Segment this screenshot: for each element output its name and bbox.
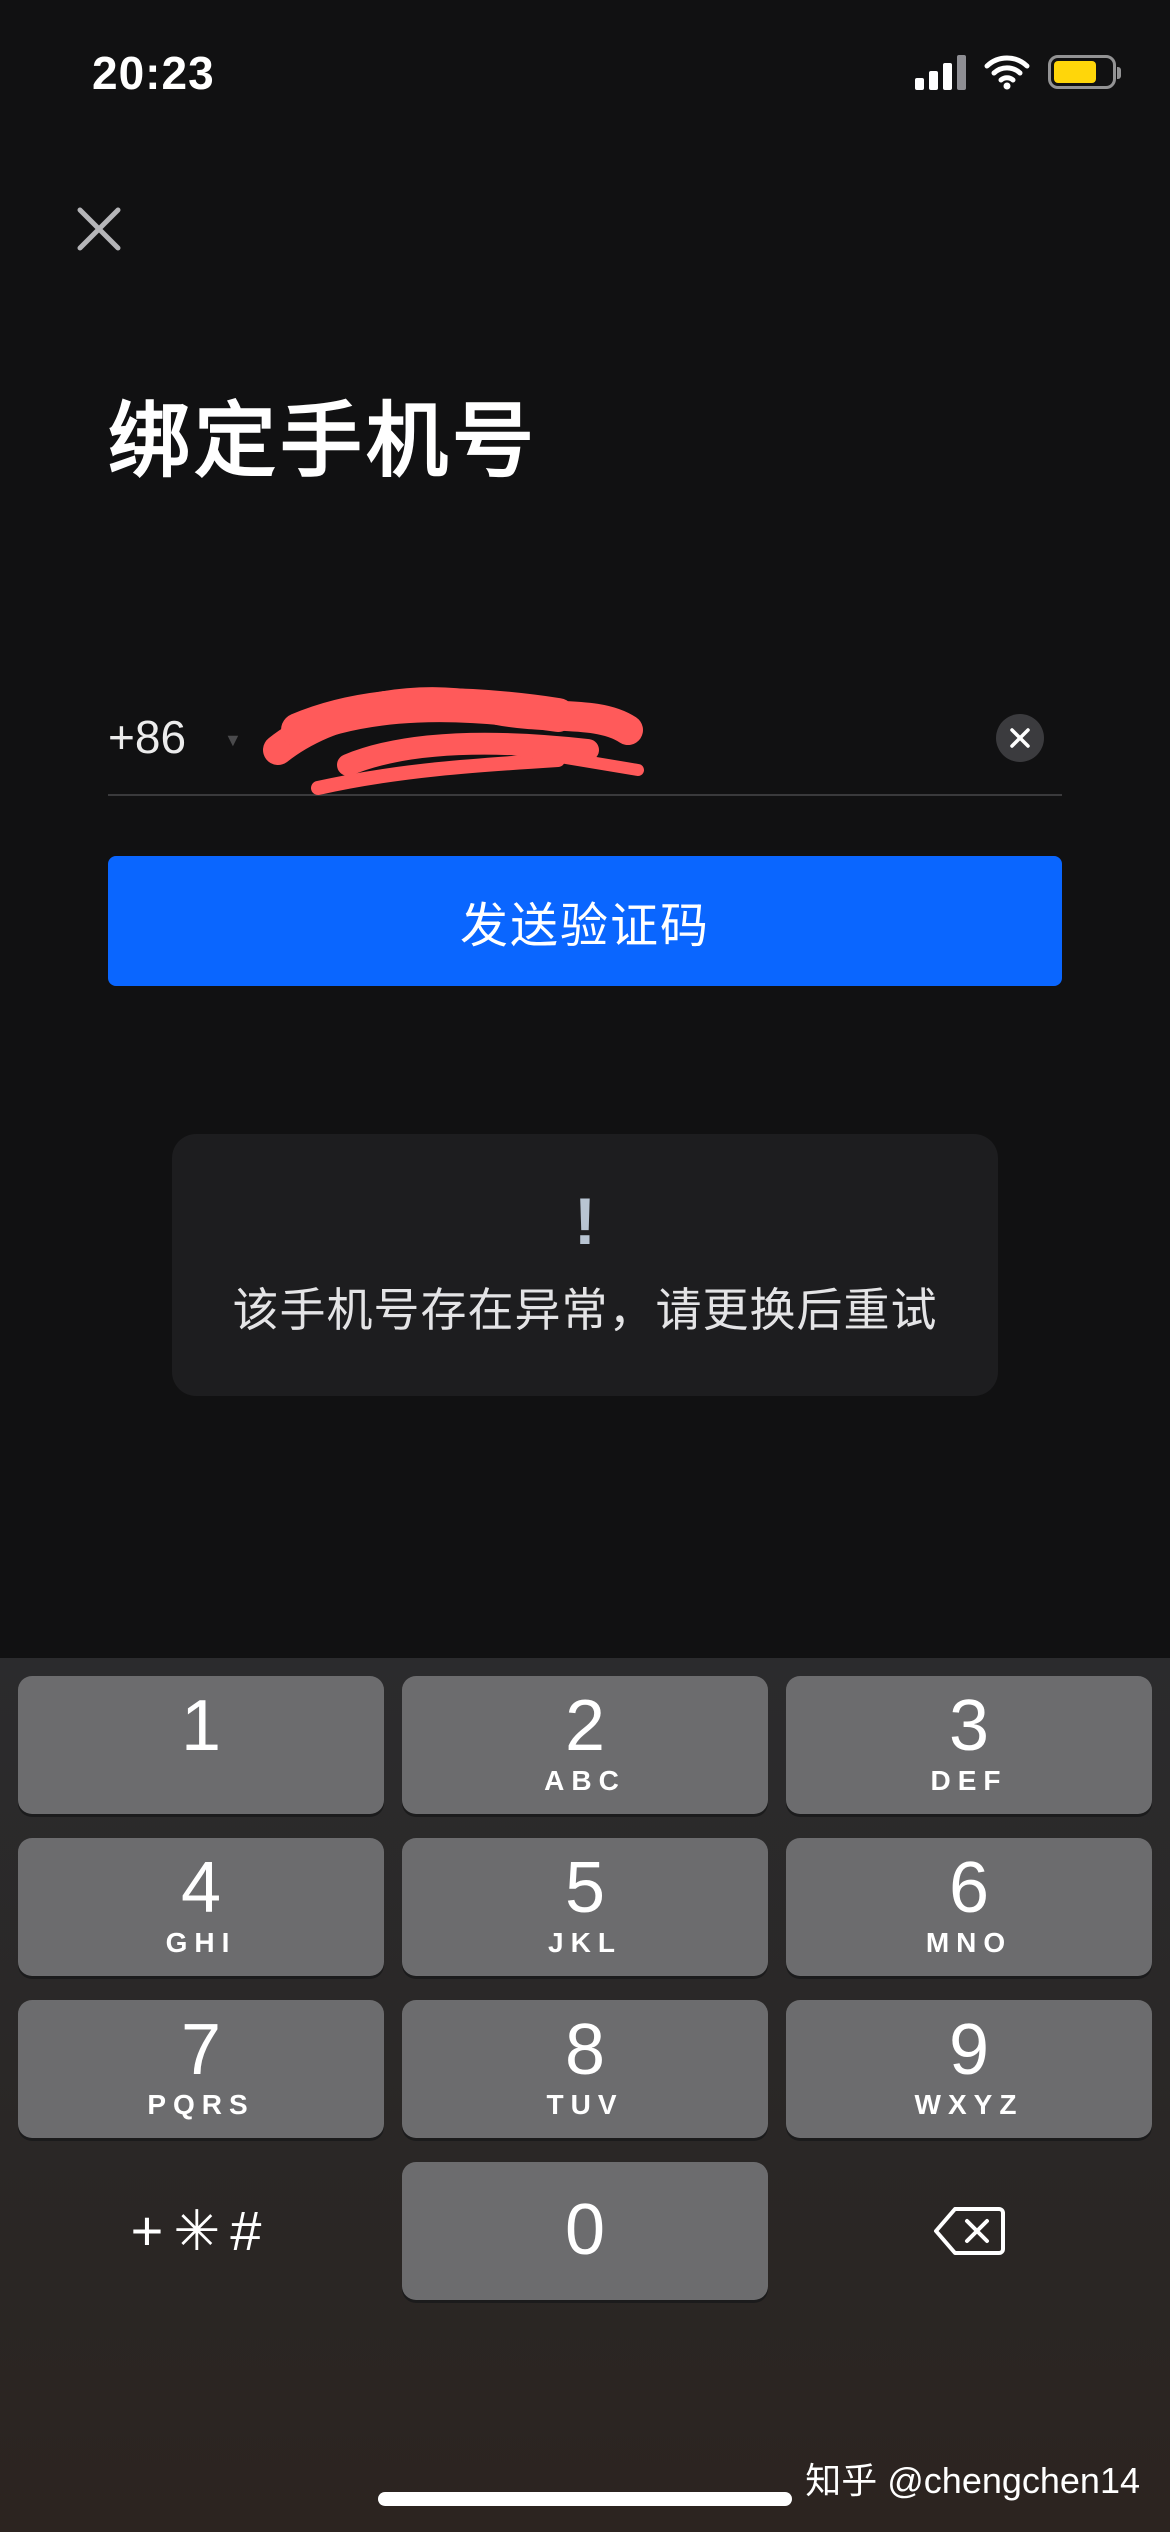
status-bar: 20:23 — [0, 0, 1170, 140]
clear-icon — [1010, 728, 1030, 748]
key-8[interactable]: 8 TUV — [402, 2000, 768, 2138]
cellular-signal-icon — [915, 54, 966, 90]
key-5[interactable]: 5 JKL — [402, 1838, 768, 1976]
key-7[interactable]: 7 PQRS — [18, 2000, 384, 2138]
error-toast: ! 该手机号存在异常，请更换后重试 — [172, 1134, 998, 1396]
status-time: 20:23 — [92, 47, 215, 99]
watermark: 知乎 @chengchen14 — [805, 2460, 1140, 2501]
numeric-keypad: 1 2 ABC 3 DEF 4 GHI 5 JKL 6 MNO 7 PQRS 8… — [0, 1658, 1170, 2532]
home-indicator[interactable] — [378, 2492, 792, 2506]
status-icons — [915, 52, 1121, 92]
delete-key[interactable] — [786, 2162, 1152, 2300]
phone-input[interactable] — [260, 700, 964, 782]
key-6[interactable]: 6 MNO — [786, 1838, 1152, 1976]
clear-button[interactable] — [996, 714, 1044, 762]
key-9[interactable]: 9 WXYZ — [786, 2000, 1152, 2138]
key-1[interactable]: 1 — [18, 1676, 384, 1814]
close-button[interactable] — [66, 196, 132, 262]
backspace-icon — [934, 2207, 1005, 2255]
symbols-key[interactable]: +✳# — [18, 2162, 384, 2300]
country-code-selector[interactable]: +86 — [108, 710, 186, 764]
symbols-label: +✳# — [130, 2199, 272, 2262]
send-code-button[interactable]: 发送验证码 — [108, 856, 1062, 986]
page-title: 绑定手机号 — [108, 396, 539, 487]
phone-field: +86 ▼ — [108, 687, 1062, 796]
wifi-icon — [984, 55, 1030, 90]
battery-icon — [1048, 55, 1121, 89]
battery-level — [1054, 61, 1096, 83]
toast-message: 该手机号存在异常，请更换后重试 — [232, 1284, 938, 1336]
close-icon — [77, 207, 121, 251]
key-3[interactable]: 3 DEF — [786, 1676, 1152, 1814]
key-0[interactable]: 0 — [402, 2162, 768, 2300]
chevron-down-icon: ▼ — [224, 730, 242, 750]
key-4[interactable]: 4 GHI — [18, 1838, 384, 1976]
warning-icon: ! — [574, 1184, 596, 1258]
key-2[interactable]: 2 ABC — [402, 1676, 768, 1814]
